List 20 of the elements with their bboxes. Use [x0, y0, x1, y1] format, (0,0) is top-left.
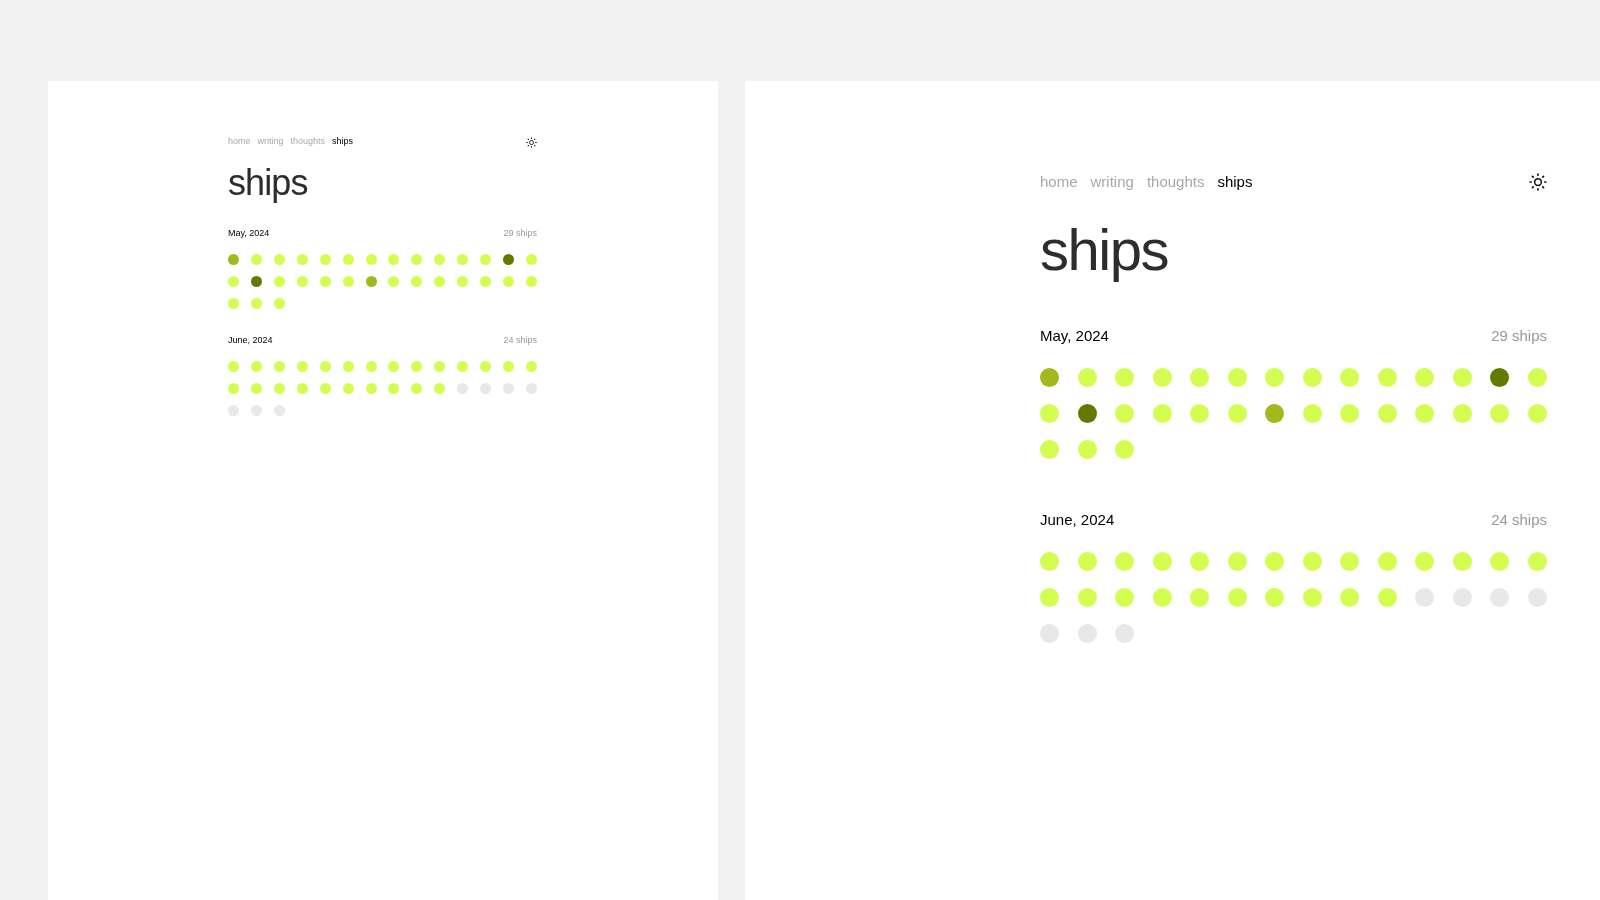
ship-count: 24 ships — [1491, 509, 1547, 530]
nav-link[interactable]: ships — [1217, 170, 1253, 194]
nav-link[interactable]: thoughts — [290, 135, 326, 149]
nav-link[interactable]: ships — [332, 135, 354, 149]
month-label: June, 2024 — [1040, 509, 1115, 530]
sun-icon[interactable] — [1529, 173, 1547, 191]
sun-icon[interactable] — [526, 136, 537, 148]
month-label: May, 2024 — [228, 227, 270, 241]
nav-link[interactable]: home — [1040, 170, 1078, 194]
month-label: May, 2024 — [1040, 325, 1109, 346]
page-title: ships — [1040, 216, 1170, 284]
ship-count: 24 ships — [503, 334, 537, 348]
page-title: ships — [228, 161, 309, 205]
nav-link[interactable]: writing — [1090, 170, 1134, 194]
ship-count: 29 ships — [1491, 325, 1547, 346]
ship-count: 29 ships — [503, 227, 537, 241]
nav-link[interactable]: home — [228, 135, 251, 149]
nav-link[interactable]: writing — [257, 135, 284, 149]
month-label: June, 2024 — [228, 334, 273, 348]
nav-link[interactable]: thoughts — [1146, 170, 1205, 194]
